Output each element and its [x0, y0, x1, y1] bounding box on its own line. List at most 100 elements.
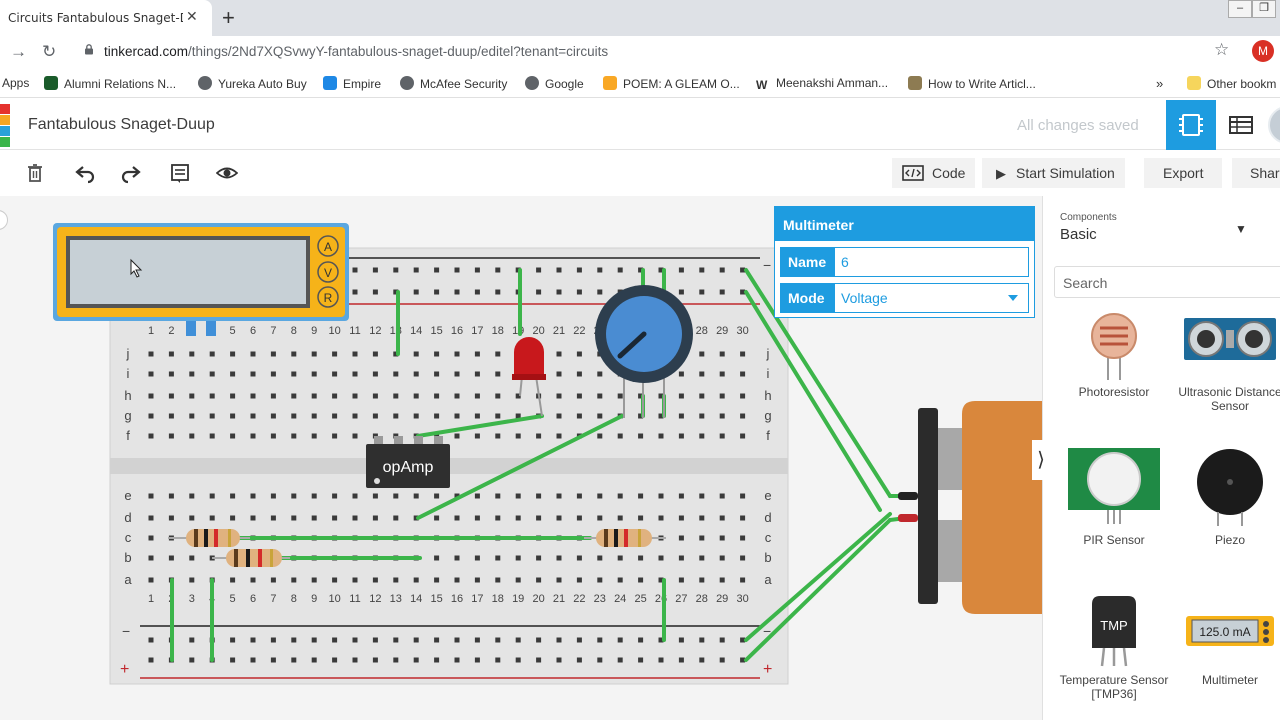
- breadboard-hole[interactable]: [311, 577, 317, 583]
- breadboard-hole[interactable]: [474, 393, 480, 399]
- breadboard-hole[interactable]: [576, 371, 582, 377]
- component-list-button[interactable]: [1216, 100, 1266, 150]
- breadboard-hole[interactable]: [291, 493, 297, 499]
- breadboard-hole[interactable]: [332, 351, 338, 357]
- close-tab-icon[interactable]: ✕: [186, 8, 198, 25]
- breadboard-hole[interactable]: [495, 413, 501, 419]
- battery[interactable]: [898, 401, 1042, 614]
- user-avatar[interactable]: [1268, 106, 1280, 144]
- breadboard-hole[interactable]: [332, 637, 338, 643]
- breadboard-hole[interactable]: [740, 515, 746, 521]
- breadboard-hole[interactable]: [148, 535, 154, 541]
- breadboard-hole[interactable]: [148, 351, 154, 357]
- redo-icon[interactable]: [120, 162, 142, 184]
- breadboard-hole[interactable]: [515, 433, 521, 439]
- breadboard-hole[interactable]: [617, 515, 623, 521]
- breadboard-hole[interactable]: [413, 657, 419, 663]
- breadboard-hole[interactable]: [168, 371, 174, 377]
- breadboard-hole[interactable]: [332, 657, 338, 663]
- breadboard-hole[interactable]: [250, 433, 256, 439]
- breadboard-hole[interactable]: [719, 637, 725, 643]
- breadboard-hole[interactable]: [189, 493, 195, 499]
- breadboard-hole[interactable]: [270, 657, 276, 663]
- breadboard-hole[interactable]: [597, 289, 603, 295]
- breadboard-hole[interactable]: [189, 555, 195, 561]
- breadboard-hole[interactable]: [332, 393, 338, 399]
- breadboard-hole[interactable]: [148, 413, 154, 419]
- breadboard-hole[interactable]: [576, 577, 582, 583]
- breadboard-hole[interactable]: [352, 393, 358, 399]
- breadboard-hole[interactable]: [678, 657, 684, 663]
- breadboard-hole[interactable]: [372, 371, 378, 377]
- breadboard-hole[interactable]: [678, 433, 684, 439]
- bookmark-poem[interactable]: POEM: A GLEAM O...: [603, 76, 740, 91]
- breadboard-hole[interactable]: [393, 267, 399, 273]
- breadboard-hole[interactable]: [740, 371, 746, 377]
- breadboard-hole[interactable]: [495, 657, 501, 663]
- breadboard-hole[interactable]: [719, 493, 725, 499]
- search-input[interactable]: Search: [1054, 266, 1280, 298]
- breadboard-hole[interactable]: [291, 577, 297, 583]
- breadboard-hole[interactable]: [270, 433, 276, 439]
- breadboard-hole[interactable]: [250, 351, 256, 357]
- breadboard-hole[interactable]: [352, 433, 358, 439]
- breadboard-hole[interactable]: [189, 433, 195, 439]
- breadboard-hole[interactable]: [311, 433, 317, 439]
- export-button[interactable]: Export: [1144, 158, 1223, 188]
- breadboard-hole[interactable]: [454, 393, 460, 399]
- breadboard-hole[interactable]: [719, 267, 725, 273]
- profile-avatar[interactable]: M: [1252, 40, 1274, 62]
- breadboard-hole[interactable]: [372, 577, 378, 583]
- breadboard-hole[interactable]: [495, 371, 501, 377]
- back-icon[interactable]: →: [10, 42, 27, 62]
- breadboard-hole[interactable]: [515, 657, 521, 663]
- breadboard-hole[interactable]: [658, 493, 664, 499]
- breadboard-hole[interactable]: [474, 637, 480, 643]
- breadboard-hole[interactable]: [495, 493, 501, 499]
- breadboard-hole[interactable]: [291, 637, 297, 643]
- breadboard-hole[interactable]: [454, 657, 460, 663]
- breadboard-hole[interactable]: [148, 515, 154, 521]
- breadboard-hole[interactable]: [617, 637, 623, 643]
- breadboard-hole[interactable]: [372, 289, 378, 295]
- notes-icon[interactable]: [169, 162, 191, 184]
- breadboard-hole[interactable]: [148, 493, 154, 499]
- breadboard-hole[interactable]: [250, 637, 256, 643]
- breadboard-hole[interactable]: [678, 413, 684, 419]
- breadboard-hole[interactable]: [658, 555, 664, 561]
- breadboard-hole[interactable]: [189, 515, 195, 521]
- breadboard-hole[interactable]: [515, 555, 521, 561]
- breadboard-hole[interactable]: [434, 515, 440, 521]
- breadboard-hole[interactable]: [209, 351, 215, 357]
- breadboard-hole[interactable]: [352, 493, 358, 499]
- breadboard-hole[interactable]: [495, 393, 501, 399]
- breadboard-hole[interactable]: [434, 413, 440, 419]
- breadboard-hole[interactable]: [474, 555, 480, 561]
- breadboard-hole[interactable]: [474, 413, 480, 419]
- breadboard-hole[interactable]: [230, 371, 236, 377]
- component-pir-sensor[interactable]: PIR Sensor: [1059, 446, 1169, 547]
- visibility-icon[interactable]: [216, 162, 238, 184]
- breadboard-hole[interactable]: [230, 637, 236, 643]
- reload-icon[interactable]: ↻: [42, 42, 56, 62]
- breadboard-hole[interactable]: [740, 413, 746, 419]
- breadboard-hole[interactable]: [515, 577, 521, 583]
- breadboard-hole[interactable]: [352, 657, 358, 663]
- breadboard-hole[interactable]: [474, 493, 480, 499]
- restore-icon[interactable]: ❐: [1252, 0, 1276, 18]
- breadboard-hole[interactable]: [168, 515, 174, 521]
- breadboard-hole[interactable]: [597, 637, 603, 643]
- bookmark-other[interactable]: Other bookm: [1187, 76, 1276, 91]
- breadboard-hole[interactable]: [311, 515, 317, 521]
- share-button[interactable]: Shar: [1232, 158, 1280, 188]
- breadboard-hole[interactable]: [148, 393, 154, 399]
- breadboard-hole[interactable]: [393, 413, 399, 419]
- breadboard-hole[interactable]: [454, 413, 460, 419]
- breadboard-hole[interactable]: [413, 289, 419, 295]
- breadboard-hole[interactable]: [556, 493, 562, 499]
- breadboard-hole[interactable]: [270, 351, 276, 357]
- breadboard-hole[interactable]: [311, 413, 317, 419]
- breadboard-hole[interactable]: [372, 493, 378, 499]
- breadboard-hole[interactable]: [168, 493, 174, 499]
- more-bookmarks-icon[interactable]: »: [1156, 76, 1163, 91]
